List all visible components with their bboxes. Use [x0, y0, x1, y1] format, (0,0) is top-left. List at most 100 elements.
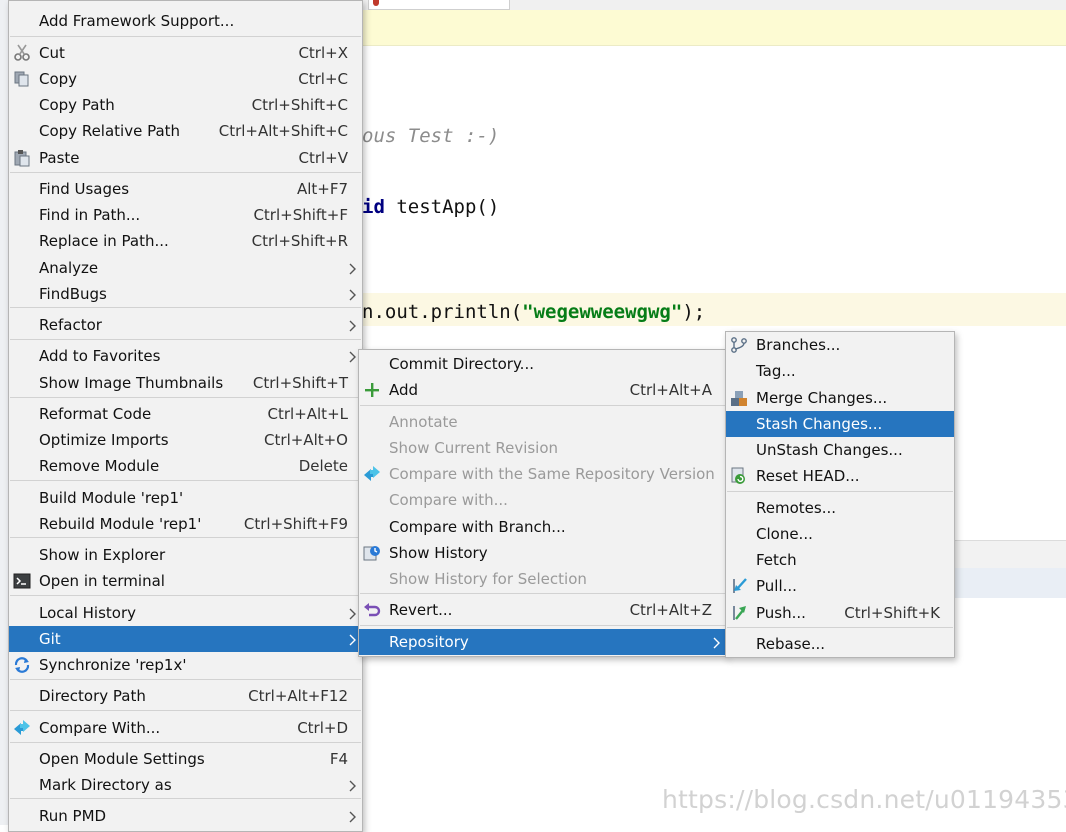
context-menu-item-shortcut: Ctrl+Alt+O: [264, 431, 348, 449]
context-menu-item-refactor[interactable]: Refactor: [9, 312, 362, 338]
sync-icon: [13, 656, 31, 674]
context-menu-item-add-framework-support[interactable]: Add Framework Support...: [9, 8, 362, 34]
menu-separator: [10, 397, 361, 398]
context-menu-item-remove-module[interactable]: Remove Module Delete: [9, 453, 362, 479]
context-menu-item-label: Open in terminal: [39, 572, 165, 590]
context-menu-item-build-module-rep1[interactable]: Build Module 'rep1': [9, 485, 362, 511]
git-menu-item-compare-with-branch[interactable]: Compare with Branch...: [359, 514, 726, 540]
context-menu-item-open-in-terminal[interactable]: Open in terminal: [9, 568, 362, 594]
context-menu-item-shortcut: Ctrl+Shift+R: [251, 232, 348, 250]
context-menu-item-mark-directory-as[interactable]: Mark Directory as: [9, 772, 362, 798]
menu-separator: [10, 480, 361, 481]
context-menu-item-compare-with[interactable]: Compare With... Ctrl+D: [9, 715, 362, 741]
menu-separator: [360, 593, 725, 594]
context-menu-item-cut[interactable]: Cut Ctrl+X: [9, 40, 362, 66]
context-menu-item-copy-relative-path[interactable]: Copy Relative Path Ctrl+Alt+Shift+C: [9, 118, 362, 144]
menu-separator: [727, 491, 953, 492]
context-menu-item-local-history[interactable]: Local History: [9, 600, 362, 626]
context-menu-item-add-to-favorites[interactable]: Add to Favorites: [9, 343, 362, 369]
context-menu-item-show-image-thumbnails[interactable]: Show Image Thumbnails Ctrl+Shift+T: [9, 370, 362, 396]
menu-separator: [10, 172, 361, 173]
repo-menu-item-reset-head[interactable]: Reset HEAD...: [726, 463, 954, 489]
revert-icon: [363, 601, 381, 619]
java-file-icon: [373, 0, 379, 6]
repo-menu-item-branches[interactable]: Branches...: [726, 332, 954, 358]
editor-tab[interactable]: [368, 0, 510, 10]
context-menu-item-findbugs[interactable]: FindBugs: [9, 281, 362, 307]
paste-icon: [13, 149, 31, 167]
repo-menu-item-pull[interactable]: Pull...: [726, 573, 954, 599]
context-menu-item-rebuild-module-rep1[interactable]: Rebuild Module 'rep1' Ctrl+Shift+F9: [9, 511, 362, 537]
context-menu-item-synchronize-rep1x[interactable]: Synchronize 'rep1x': [9, 652, 362, 678]
git-menu-item-show-history[interactable]: Show History: [359, 540, 726, 566]
context-menu-item-label: Open Module Settings: [39, 750, 205, 768]
repo-menu-item-label: Fetch: [756, 551, 797, 569]
context-menu-item-label: Replace in Path...: [39, 232, 169, 250]
context-menu-item-git[interactable]: Git: [9, 626, 362, 652]
context-menu-item-directory-path[interactable]: Directory Path Ctrl+Alt+F12: [9, 683, 362, 709]
chevron-right-icon: [349, 318, 357, 332]
code-method-name: testApp(): [384, 196, 500, 218]
menu-separator: [10, 679, 361, 680]
context-menu-item-shortcut: Ctrl+Shift+T: [252, 374, 348, 392]
repo-menu-item-label: Stash Changes...: [756, 415, 883, 433]
chevron-right-icon: [713, 635, 721, 649]
compare-icon: [13, 719, 31, 737]
context-menu-item-label: Directory Path: [39, 687, 146, 705]
repo-menu-item-fetch[interactable]: Fetch: [726, 547, 954, 573]
context-menu-item-shortcut: Ctrl+Shift+C: [251, 96, 348, 114]
context-menu-item-label: Copy Relative Path: [39, 122, 181, 140]
git-menu-item-repository[interactable]: Repository: [359, 629, 726, 655]
context-menu-item-label: Mark Directory as: [39, 776, 172, 794]
chevron-right-icon: [349, 349, 357, 363]
context-menu-item-label: Local History: [39, 604, 137, 622]
compare-icon: [363, 465, 381, 483]
git-menu-item-add[interactable]: Add Ctrl+Alt+A: [359, 377, 726, 403]
context-menu-item-run-pmd[interactable]: Run PMD: [9, 803, 362, 829]
git-menu-item-label: Show History: [389, 544, 488, 562]
context-menu-item-label: Add to Favorites: [39, 347, 161, 365]
repo-menu-item-label: Remotes...: [756, 499, 836, 517]
code-comment: ous Test :-): [362, 125, 500, 147]
repo-menu-item-tag[interactable]: Tag...: [726, 358, 954, 384]
repo-menu-item-remotes[interactable]: Remotes...: [726, 495, 954, 521]
repo-menu-item-clone[interactable]: Clone...: [726, 521, 954, 547]
repo-menu-item-rebase[interactable]: Rebase...: [726, 631, 954, 657]
code-keyword: id: [362, 196, 385, 218]
context-menu-item-label: Reformat Code: [39, 405, 152, 423]
context-menu-item-find-usages[interactable]: Find Usages Alt+F7: [9, 176, 362, 202]
context-menu-item-label: Paste: [39, 149, 80, 167]
git-menu-item-revert[interactable]: Revert... Ctrl+Alt+Z: [359, 597, 726, 623]
context-menu-item-label: Remove Module: [39, 457, 160, 475]
menu-separator: [10, 339, 361, 340]
git-menu-item-label: Show Current Revision: [389, 439, 559, 457]
repo-menu-item-label: Push...: [756, 604, 806, 622]
repo-menu-item-unstash-changes[interactable]: UnStash Changes...: [726, 437, 954, 463]
repo-menu-item-merge-changes[interactable]: Merge Changes...: [726, 385, 954, 411]
repo-menu-item-stash-changes[interactable]: Stash Changes...: [726, 411, 954, 437]
context-menu-item-open-module-settings[interactable]: Open Module Settings F4: [9, 746, 362, 772]
git-menu-item-commit-directory[interactable]: Commit Directory...: [359, 351, 726, 377]
context-menu-item-label: FindBugs: [39, 285, 107, 303]
terminal-icon: [13, 572, 31, 590]
context-menu-item-optimize-imports[interactable]: Optimize Imports Ctrl+Alt+O: [9, 427, 362, 453]
context-menu-item-replace-in-path[interactable]: Replace in Path... Ctrl+Shift+R: [9, 228, 362, 254]
context-menu-item-show-in-explorer[interactable]: Show in Explorer: [9, 542, 362, 568]
editor-notification-banner: [362, 10, 1066, 46]
git-menu-item-shortcut: Ctrl+Alt+A: [629, 381, 712, 399]
context-menu-item-copy[interactable]: Copy Ctrl+C: [9, 66, 362, 92]
menu-separator: [10, 710, 361, 711]
context-menu-item-label: Show in Explorer: [39, 546, 166, 564]
git-menu-item-label: Annotate: [389, 413, 458, 431]
context-menu-item-analyze[interactable]: Analyze: [9, 255, 362, 281]
context-menu-item-paste[interactable]: Paste Ctrl+V: [9, 145, 362, 171]
context-menu-item-find-in-path[interactable]: Find in Path... Ctrl+Shift+F: [9, 202, 362, 228]
git-menu-item-label: Show History for Selection: [389, 570, 587, 588]
git-menu-item-shortcut: Ctrl+Alt+Z: [629, 601, 712, 619]
context-menu-item-shortcut: Alt+F7: [296, 180, 348, 198]
context-menu-item-label: Add Framework Support...: [39, 12, 235, 30]
scissors-icon: [13, 44, 31, 62]
context-menu-item-copy-path[interactable]: Copy Path Ctrl+Shift+C: [9, 92, 362, 118]
repo-menu-item-push[interactable]: Push... Ctrl+Shift+K: [726, 600, 954, 626]
context-menu-item-reformat-code[interactable]: Reformat Code Ctrl+Alt+L: [9, 401, 362, 427]
